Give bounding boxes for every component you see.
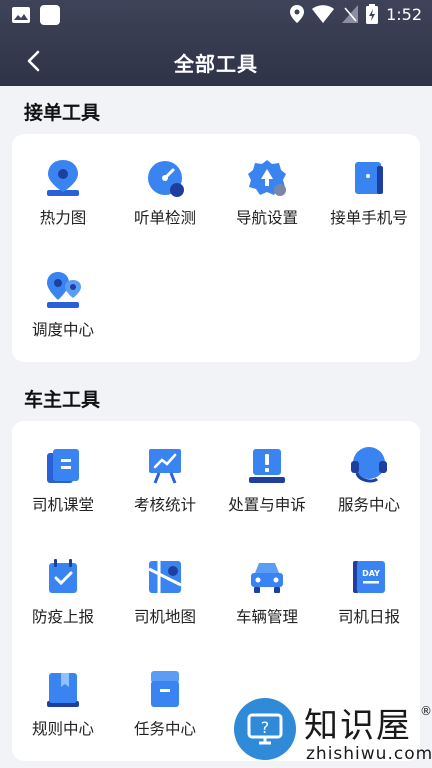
tool-label: 防疫上报 (31, 608, 94, 626)
location-pin-icon (47, 160, 79, 196)
statistics-board-icon (149, 449, 181, 484)
tool-driver-map[interactable]: 司机地图 (114, 533, 216, 633)
car-icon (251, 563, 283, 593)
status-bar: 1:52 (0, 0, 432, 30)
tool-driver-classroom[interactable]: 司机课堂 (12, 421, 114, 521)
navigation-gear-icon (248, 160, 286, 196)
tool-label: 考核统计 (133, 496, 196, 514)
daily-report-icon: DAY (353, 561, 385, 593)
svg-text:?: ? (261, 718, 270, 737)
battery-icon (366, 4, 379, 24)
tool-label: 规则中心 (31, 720, 94, 738)
tool-label: 听单检测 (133, 209, 196, 227)
tool-heatmap[interactable]: 热力图 (12, 134, 114, 234)
location-icon (290, 5, 305, 23)
watermark-title: 知识屋 (304, 706, 412, 746)
page-title: 全部工具 (174, 52, 258, 76)
map-icon (148, 561, 182, 593)
tool-label: 司机课堂 (31, 496, 94, 514)
tool-label: 接单手机号 (330, 209, 408, 227)
dispatch-pins-icon (47, 272, 81, 308)
tool-label: 导航设置 (235, 209, 298, 227)
signal-icon (342, 5, 359, 23)
watermark-logo: ? 知识屋 ® zhishiwu.com (232, 696, 432, 768)
status-time: 1:52 (386, 4, 422, 24)
app-notification-icon (40, 5, 60, 25)
tool-label: 服务中心 (337, 496, 400, 514)
app-header: 1:52 全部工具 (0, 0, 432, 86)
tool-label: 热力图 (39, 209, 87, 227)
tool-epidemic-report[interactable]: 防疫上报 (12, 533, 114, 633)
watermark-url: zhishiwu.com (306, 744, 432, 764)
tool-assessment-stats[interactable]: 考核统计 (114, 421, 216, 521)
tool-nav-settings[interactable]: 导航设置 (216, 134, 318, 234)
gauge-icon (148, 161, 184, 197)
tool-service-center[interactable]: 服务中心 (318, 421, 420, 521)
tool-driver-daily[interactable]: DAY 司机日报 (318, 533, 420, 633)
tool-task-center[interactable]: 任务中心 (114, 645, 216, 745)
phone-book-icon (355, 162, 383, 194)
order-tools-card: 热力图 听单检测 导航设置 接单手机号 调度中心 (12, 134, 420, 362)
rule-book-icon (47, 673, 79, 707)
calendar-check-icon (49, 559, 77, 593)
image-notification-icon (12, 7, 30, 23)
svg-text:DAY: DAY (362, 569, 380, 578)
task-box-icon (151, 671, 179, 707)
tool-vehicle-management[interactable]: 车辆管理 (216, 533, 318, 633)
tool-label: 司机日报 (337, 608, 400, 626)
appeal-icon (249, 449, 285, 483)
tool-label: 处置与申诉 (228, 496, 306, 514)
section-title-owner-tools: 车主工具 (24, 389, 101, 411)
tool-label: 车辆管理 (235, 608, 298, 626)
tool-label: 调度中心 (31, 321, 94, 339)
watermark-reg: ® (420, 704, 432, 718)
tool-label: 司机地图 (133, 608, 196, 626)
tool-dispatch-center[interactable]: 调度中心 (12, 246, 114, 346)
headset-icon (351, 447, 387, 483)
wifi-icon (312, 5, 335, 23)
tool-order-check[interactable]: 听单检测 (114, 134, 216, 234)
monitor-question-icon: ? (234, 698, 296, 760)
section-title-order-tools: 接单工具 (24, 102, 101, 124)
tool-label: 任务中心 (133, 720, 196, 738)
tool-rule-center[interactable]: 规则中心 (12, 645, 114, 745)
tool-disposal-appeal[interactable]: 处置与申诉 (216, 421, 318, 521)
title-bar: 全部工具 (0, 36, 432, 86)
classroom-icon (47, 449, 79, 483)
tool-order-phone[interactable]: 接单手机号 (318, 134, 420, 234)
